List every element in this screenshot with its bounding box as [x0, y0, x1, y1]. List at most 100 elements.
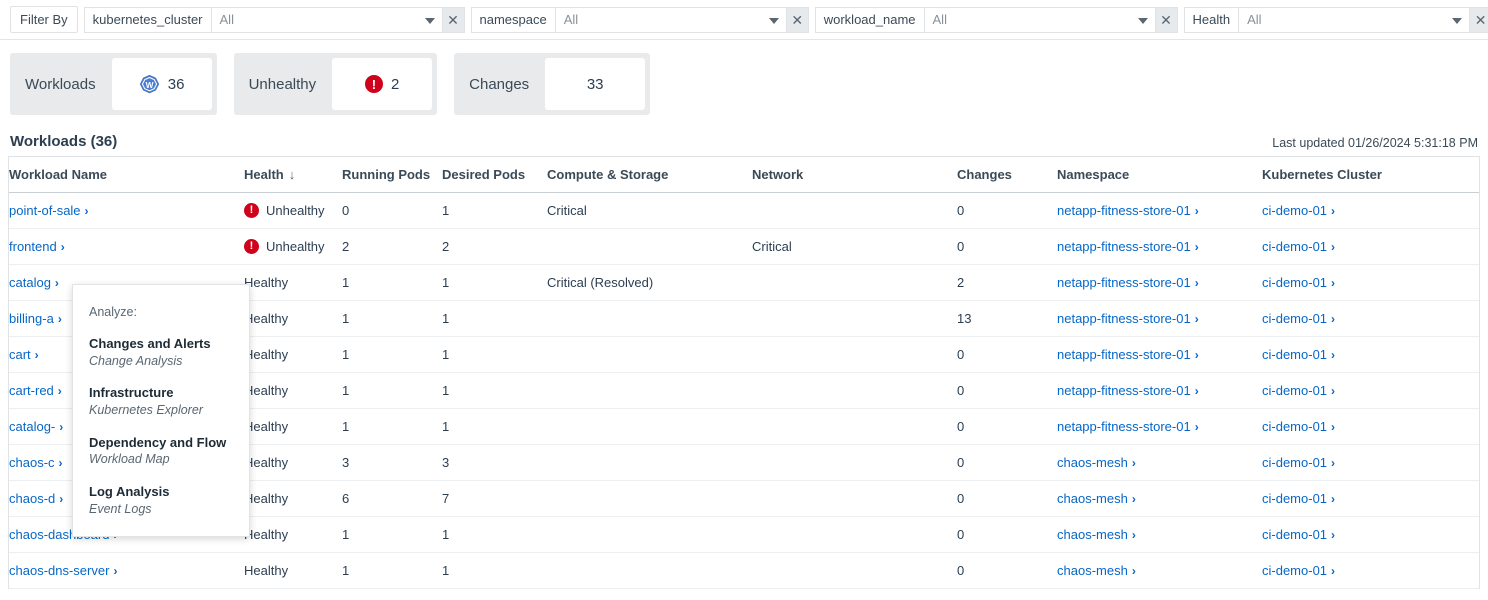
chevron-right-icon[interactable]: › [1331, 348, 1335, 362]
chevron-right-icon[interactable]: › [1132, 456, 1136, 470]
chevron-right-icon[interactable]: › [1331, 528, 1335, 542]
cluster-link[interactable]: ci-demo-01 [1262, 311, 1327, 326]
filter-clear-kubernetes-cluster[interactable]: ✕ [443, 7, 465, 33]
namespace-link[interactable]: netapp-fitness-store-01 [1057, 419, 1191, 434]
chevron-right-icon[interactable]: › [58, 312, 62, 326]
chevron-right-icon[interactable]: › [61, 240, 65, 254]
filter-value-workload-name[interactable]: All [924, 7, 1156, 33]
column-header-running-pods[interactable]: Running Pods [342, 157, 442, 193]
cluster-link[interactable]: ci-demo-01 [1262, 347, 1327, 362]
analyze-menu-item-infrastructure[interactable]: Infrastructure Kubernetes Explorer [89, 384, 249, 418]
chevron-right-icon[interactable]: › [58, 384, 62, 398]
chevron-right-icon[interactable]: › [1195, 348, 1199, 362]
filter-value-namespace[interactable]: All [555, 7, 787, 33]
filter-clear-namespace[interactable]: ✕ [787, 7, 809, 33]
cluster-link[interactable]: ci-demo-01 [1262, 275, 1327, 290]
table-row[interactable]: chaos-dns-server›Healthy110chaos-mesh›ci… [9, 553, 1479, 589]
chevron-right-icon[interactable]: › [1331, 456, 1335, 470]
filter-value-kubernetes-cluster[interactable]: All [211, 7, 443, 33]
chevron-right-icon[interactable]: › [59, 456, 63, 470]
cluster-link[interactable]: ci-demo-01 [1262, 419, 1327, 434]
namespace-link[interactable]: chaos-mesh [1057, 563, 1128, 578]
cluster-link[interactable]: ci-demo-01 [1262, 239, 1327, 254]
cluster-link[interactable]: ci-demo-01 [1262, 563, 1327, 578]
workload-name-link[interactable]: frontend [9, 239, 57, 254]
analyze-menu-item-subtitle: Change Analysis [89, 353, 249, 370]
namespace-link[interactable]: netapp-fitness-store-01 [1057, 347, 1191, 362]
namespace-link[interactable]: netapp-fitness-store-01 [1057, 239, 1191, 254]
filter-value-health[interactable]: All [1238, 7, 1470, 33]
workload-name-link[interactable]: cart-red [9, 383, 54, 398]
chevron-right-icon[interactable]: › [1331, 420, 1335, 434]
cluster-link[interactable]: ci-demo-01 [1262, 491, 1327, 506]
cell-running-pods: 3 [342, 445, 442, 481]
column-header-workload-name[interactable]: Workload Name [9, 157, 244, 193]
kpi-card-workloads[interactable]: Workloads W 36 [10, 53, 217, 115]
chevron-right-icon[interactable]: › [1132, 492, 1136, 506]
workload-name-link[interactable]: chaos-d [9, 491, 55, 506]
workload-name-link[interactable]: cart [9, 347, 31, 362]
cell-network [752, 481, 957, 517]
namespace-link[interactable]: netapp-fitness-store-01 [1057, 203, 1191, 218]
cluster-link[interactable]: ci-demo-01 [1262, 455, 1327, 470]
chevron-right-icon[interactable]: › [59, 492, 63, 506]
filter-key-workload-name: workload_name [815, 7, 924, 33]
namespace-link[interactable]: chaos-mesh [1057, 491, 1128, 506]
cluster-link[interactable]: ci-demo-01 [1262, 383, 1327, 398]
namespace-link[interactable]: netapp-fitness-store-01 [1057, 383, 1191, 398]
namespace-link[interactable]: chaos-mesh [1057, 455, 1128, 470]
chevron-right-icon[interactable]: › [1132, 564, 1136, 578]
workload-name-link[interactable]: catalog [9, 275, 51, 290]
workload-name-link[interactable]: point-of-sale [9, 203, 81, 218]
analyze-menu-item-dependency-and-flow[interactable]: Dependency and Flow Workload Map [89, 434, 249, 468]
column-header-desired-pods[interactable]: Desired Pods [442, 157, 547, 193]
chevron-right-icon[interactable]: › [1195, 420, 1199, 434]
workload-name-link[interactable]: chaos-c [9, 455, 55, 470]
chevron-right-icon[interactable]: › [59, 420, 63, 434]
filter-value-text-health: All [1247, 12, 1261, 27]
column-header-changes[interactable]: Changes [957, 157, 1057, 193]
workload-name-link[interactable]: catalog- [9, 419, 55, 434]
filter-clear-workload-name[interactable]: ✕ [1156, 7, 1178, 33]
column-header-health[interactable]: Health↓ [244, 157, 342, 193]
chevron-right-icon[interactable]: › [1331, 312, 1335, 326]
chevron-right-icon[interactable]: › [1195, 384, 1199, 398]
column-header-network[interactable]: Network [752, 157, 957, 193]
namespace-link[interactable]: netapp-fitness-store-01 [1057, 311, 1191, 326]
chevron-right-icon[interactable]: › [55, 276, 59, 290]
chevron-right-icon[interactable]: › [1331, 564, 1335, 578]
cell-workload-name: point-of-sale › [9, 193, 244, 229]
table-row[interactable]: point-of-sale›!Unhealthy01Critical0netap… [9, 193, 1479, 229]
chevron-right-icon[interactable]: › [1195, 312, 1199, 326]
kpi-value-box-changes: 33 [545, 58, 645, 110]
column-header-namespace[interactable]: Namespace [1057, 157, 1262, 193]
cell-compute-storage [547, 373, 752, 409]
chevron-right-icon[interactable]: › [1331, 384, 1335, 398]
cluster-link[interactable]: ci-demo-01 [1262, 527, 1327, 542]
chevron-right-icon[interactable]: › [1331, 240, 1335, 254]
analyze-menu-item-changes-and-alerts[interactable]: Changes and Alerts Change Analysis [89, 335, 249, 369]
kpi-card-changes[interactable]: Changes 33 [454, 53, 650, 115]
chevron-right-icon[interactable]: › [1331, 492, 1335, 506]
namespace-link[interactable]: netapp-fitness-store-01 [1057, 275, 1191, 290]
table-row[interactable]: frontend›!Unhealthy22Critical0netapp-fit… [9, 229, 1479, 265]
column-header-compute-storage[interactable]: Compute & Storage [547, 157, 752, 193]
cluster-link[interactable]: ci-demo-01 [1262, 203, 1327, 218]
chevron-right-icon[interactable]: › [1331, 276, 1335, 290]
kpi-card-unhealthy[interactable]: Unhealthy ! 2 [234, 53, 438, 115]
chevron-right-icon[interactable]: › [1195, 276, 1199, 290]
namespace-link[interactable]: chaos-mesh [1057, 527, 1128, 542]
workload-name-link[interactable]: billing-a [9, 311, 54, 326]
chevron-right-icon[interactable]: › [1195, 240, 1199, 254]
chevron-right-icon[interactable]: › [1132, 528, 1136, 542]
chevron-right-icon[interactable]: › [35, 348, 39, 362]
chevron-right-icon[interactable]: › [113, 564, 117, 578]
chevron-right-icon[interactable]: › [1331, 204, 1335, 218]
workload-name-link[interactable]: chaos-dns-server [9, 563, 109, 578]
chevron-right-icon[interactable]: › [85, 204, 89, 218]
column-header-kubernetes-cluster[interactable]: Kubernetes Cluster [1262, 157, 1479, 193]
filter-clear-health[interactable]: ✕ [1470, 7, 1488, 33]
chevron-right-icon[interactable]: › [1195, 204, 1199, 218]
analyze-menu-item-log-analysis[interactable]: Log Analysis Event Logs [89, 483, 249, 517]
filter-key-namespace: namespace [471, 7, 555, 33]
